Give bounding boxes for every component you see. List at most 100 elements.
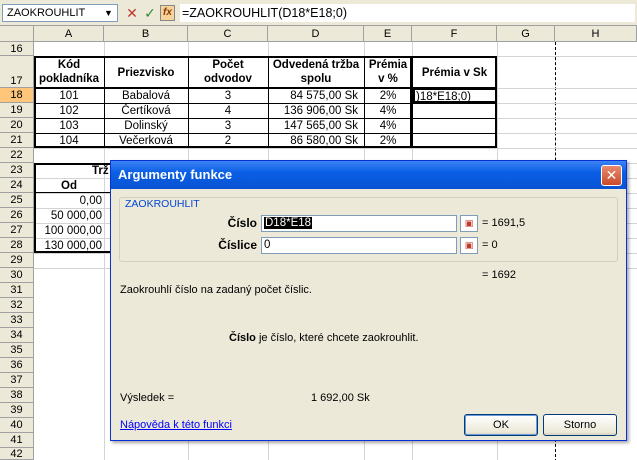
row-header[interactable]: 35 <box>0 343 34 358</box>
cell-trzba[interactable]: 147 565,00 Sk <box>268 119 358 133</box>
cell-priezvisko[interactable]: Večerková <box>104 134 188 148</box>
row-header[interactable]: 27 <box>0 223 34 238</box>
row-header[interactable]: 16 <box>0 42 34 56</box>
cell-pct[interactable]: 2% <box>364 134 412 148</box>
row-header[interactable]: 32 <box>0 298 34 313</box>
result-value: 1 692,00 Sk <box>311 392 370 404</box>
column-header-b[interactable]: B <box>104 26 188 42</box>
arg-cislice-input[interactable]: 0 <box>261 237 457 254</box>
range-table-title: Trž <box>92 165 109 177</box>
row-header[interactable]: 36 <box>0 358 34 373</box>
range-value[interactable]: 100 000,00 <box>34 224 102 238</box>
range-value[interactable]: 50 000,00 <box>34 209 102 223</box>
range-header-od: Od <box>61 180 77 192</box>
header-premia-pct-line2: v % <box>378 73 398 85</box>
header-premia-pct-line1: Prémia <box>368 59 408 71</box>
function-name-label: ZAOKROUHLIT <box>125 198 200 210</box>
row-header[interactable]: 42 <box>0 448 34 460</box>
cancel-button[interactable]: Storno <box>543 414 617 436</box>
row-header[interactable]: 29 <box>0 253 34 268</box>
header-premia-sk: Prémia v Sk <box>421 67 488 79</box>
function-description: Zaokrouhlí číslo na zadaný počet číslic. <box>120 284 312 296</box>
arg-cislo-result: = 1691,5 <box>482 217 526 229</box>
header-trzba-line2: spolu <box>300 73 332 85</box>
result-label: Výsledek = <box>120 392 175 404</box>
row-header[interactable]: 28 <box>0 238 34 253</box>
row-header[interactable]: 33 <box>0 313 34 328</box>
header-pocet-line1: Počet <box>212 59 244 71</box>
ok-button[interactable]: OK <box>464 414 538 436</box>
row-header[interactable]: 40 <box>0 418 34 433</box>
cell-kod[interactable]: 102 <box>34 104 104 118</box>
arg-cislice-label: Číslice <box>218 238 257 252</box>
cell-priezvisko[interactable]: Čertíková <box>104 104 188 118</box>
row-header[interactable]: 19 <box>0 103 34 118</box>
row-header[interactable]: 21 <box>0 133 34 148</box>
active-cell-f18[interactable]: )18*E18;0) <box>413 88 497 103</box>
cell-kod[interactable]: 103 <box>34 119 104 133</box>
cell-pocet[interactable]: 2 <box>188 134 268 148</box>
row-header[interactable]: 37 <box>0 373 34 388</box>
argument-help: Číslo je číslo, které chcete zaokrouhlit… <box>229 332 419 344</box>
range-value[interactable]: 130 000,00 <box>34 239 102 253</box>
cell-trzba[interactable]: 136 906,00 Sk <box>268 104 358 118</box>
row-header[interactable]: 25 <box>0 193 34 208</box>
row-header[interactable]: 39 <box>0 403 34 418</box>
formula-input[interactable]: =ZAOKROUHLIT(D18*E18;0) <box>180 4 635 22</box>
dialog-title[interactable]: Argumenty funkce <box>111 161 626 189</box>
header-kod-line2: pokladníka <box>38 73 100 85</box>
formula-bar: ZAOKROUHLIT ▼ ✕ ✓ fx =ZAOKROUHLIT(D18*E1… <box>0 0 637 26</box>
column-headers: A B C D E F G H <box>0 26 637 42</box>
cell-pocet[interactable]: 3 <box>188 89 268 103</box>
formula-result-preview: = 1692 <box>482 269 516 281</box>
row-header[interactable]: 20 <box>0 118 34 133</box>
row-header[interactable]: 18 <box>0 88 34 103</box>
header-kod-line1: Kód <box>57 59 81 71</box>
arg-cislo-input[interactable]: D18*E18 <box>261 215 457 232</box>
row-header[interactable]: 30 <box>0 268 34 283</box>
row-header[interactable]: 17 <box>0 56 34 88</box>
row-header[interactable]: 41 <box>0 433 34 448</box>
select-all-corner[interactable] <box>0 26 34 42</box>
column-header-a[interactable]: A <box>34 26 104 42</box>
close-icon[interactable]: ✕ <box>601 165 622 186</box>
arg-cislice-result: = 0 <box>482 239 498 251</box>
row-header[interactable]: 38 <box>0 388 34 403</box>
header-trzba-line1: Odvedená tržba <box>272 59 360 71</box>
row-header[interactable]: 24 <box>0 178 34 193</box>
row-header[interactable]: 34 <box>0 328 34 343</box>
row-header[interactable]: 26 <box>0 208 34 223</box>
cell-priezvisko[interactable]: Dolinský <box>104 119 188 133</box>
column-header-f[interactable]: F <box>412 26 497 42</box>
header-priezvisko: Priezvisko <box>117 67 175 79</box>
row-header[interactable]: 23 <box>0 163 34 178</box>
cell-pct[interactable]: 4% <box>364 119 412 133</box>
cell-pct[interactable]: 2% <box>364 89 412 103</box>
collapse-dialog-icon[interactable]: ▣ <box>460 237 478 254</box>
header-pocet-line2: odvodov <box>204 73 252 85</box>
cell-priezvisko[interactable]: Babalová <box>104 89 188 103</box>
chevron-down-icon[interactable]: ▼ <box>101 5 116 21</box>
column-header-e[interactable]: E <box>364 26 412 42</box>
row-header[interactable]: 31 <box>0 283 34 298</box>
column-header-g[interactable]: G <box>497 26 555 42</box>
column-header-d[interactable]: D <box>268 26 364 42</box>
cell-trzba[interactable]: 84 575,00 Sk <box>268 89 358 103</box>
column-header-c[interactable]: C <box>188 26 268 42</box>
column-header-h[interactable]: H <box>555 26 637 42</box>
cell-pct[interactable]: 4% <box>364 104 412 118</box>
enter-formula-icon[interactable]: ✓ <box>142 5 158 21</box>
cell-kod[interactable]: 101 <box>34 89 104 103</box>
row-header[interactable]: 22 <box>0 148 34 163</box>
function-arguments-dialog: Argumenty funkce ✕ ZAOKROUHLIT Číslo D18… <box>110 160 627 441</box>
cell-pocet[interactable]: 4 <box>188 104 268 118</box>
help-link[interactable]: Nápověda k této funkci <box>120 419 232 431</box>
arg-cislo-label: Číslo <box>227 216 257 230</box>
range-value[interactable]: 0,00 <box>34 194 102 208</box>
cell-pocet[interactable]: 3 <box>188 119 268 133</box>
insert-function-icon[interactable]: fx <box>160 5 175 21</box>
cancel-formula-icon[interactable]: ✕ <box>124 5 140 21</box>
cell-kod[interactable]: 104 <box>34 134 104 148</box>
cell-trzba[interactable]: 86 580,00 Sk <box>268 134 358 148</box>
collapse-dialog-icon[interactable]: ▣ <box>460 215 478 232</box>
